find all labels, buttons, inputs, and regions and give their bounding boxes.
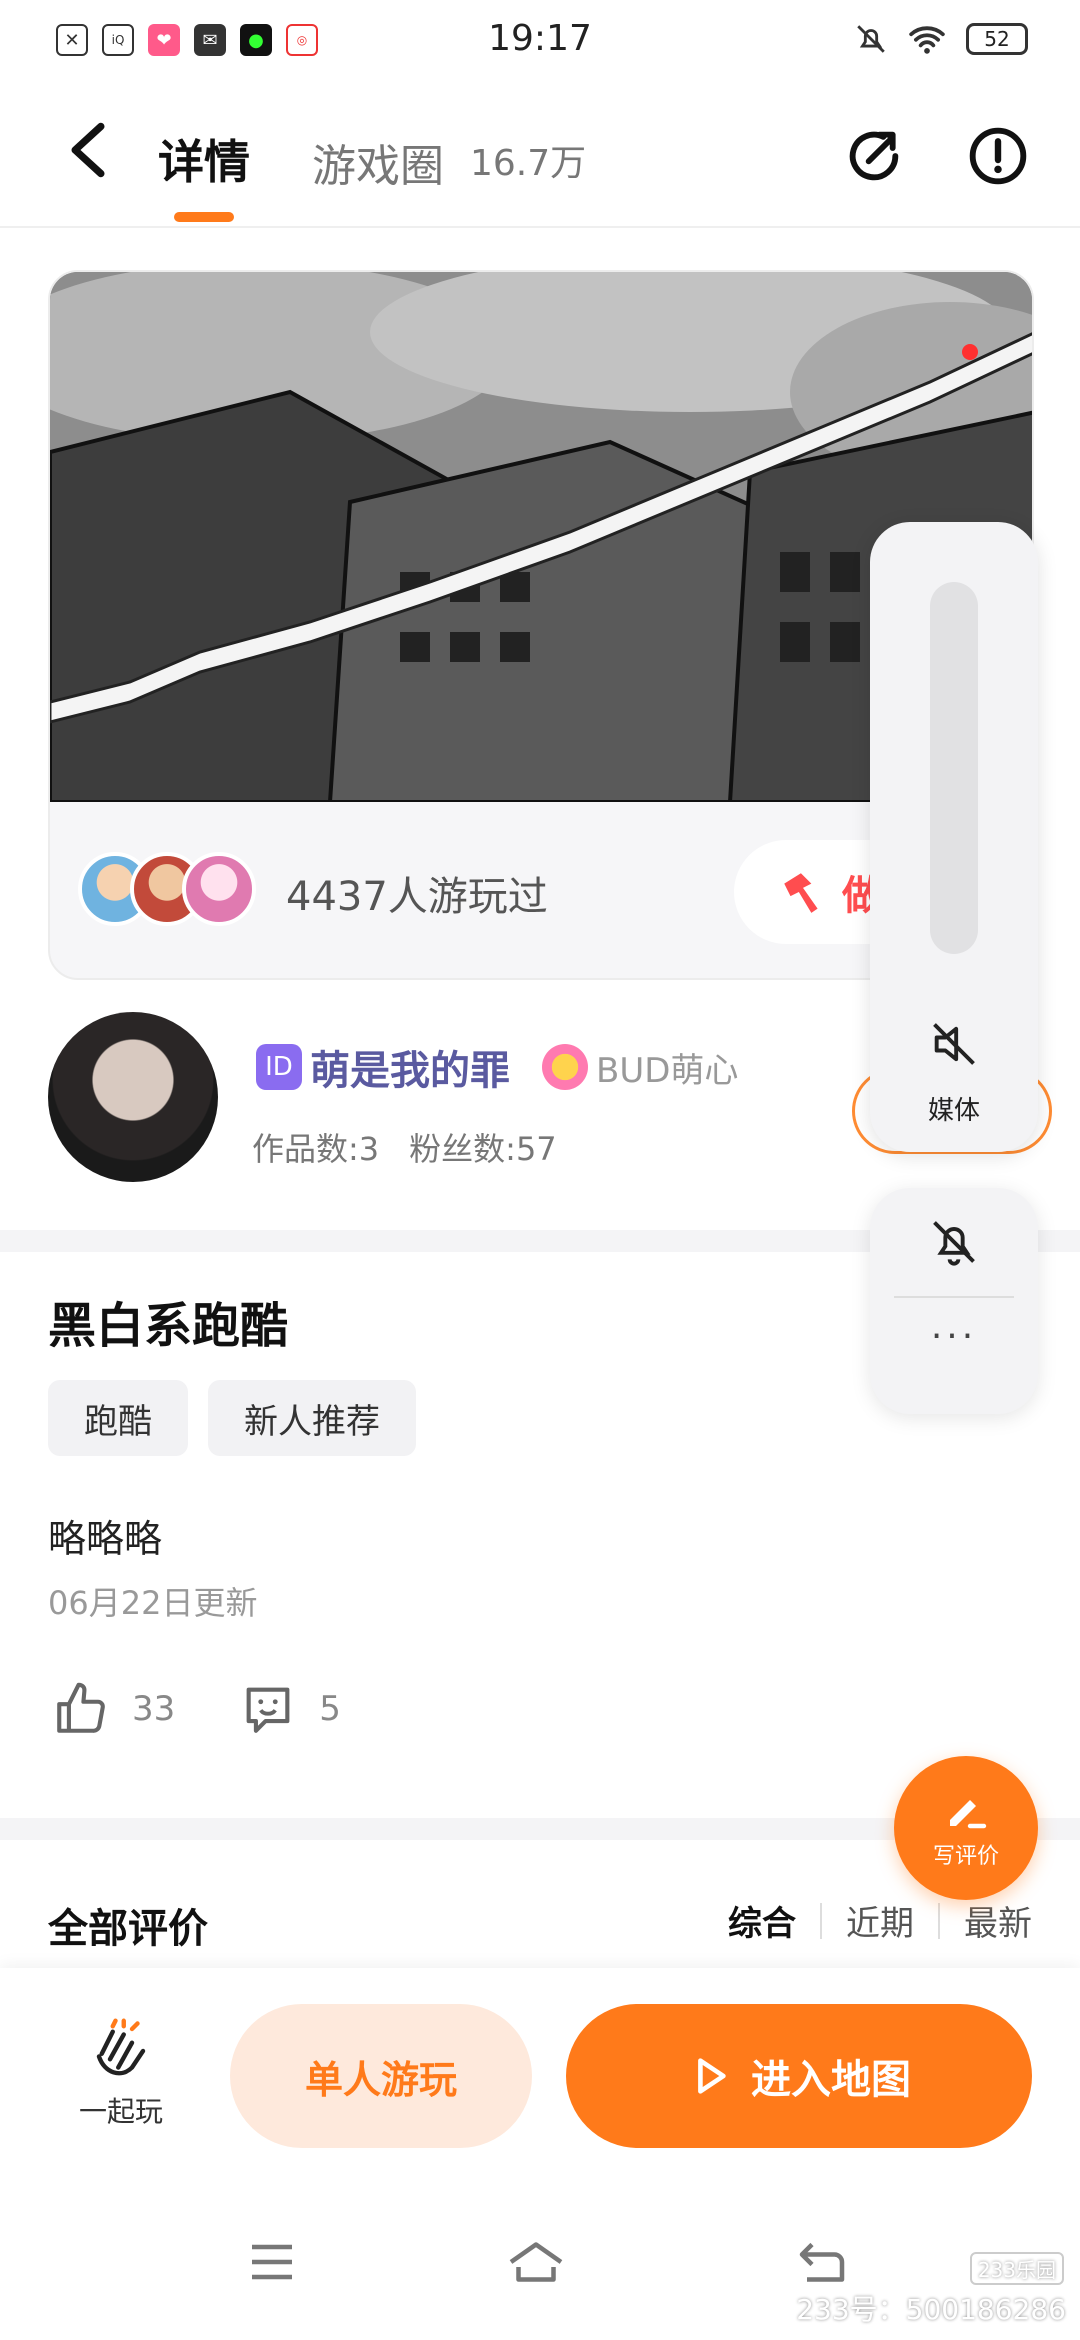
hammer-icon xyxy=(784,873,818,913)
like-count: 33 xyxy=(132,1689,176,1729)
thumbs-up-icon xyxy=(57,1682,105,1733)
comment-count: 5 xyxy=(319,1689,341,1729)
back-arrow-icon[interactable] xyxy=(62,120,114,180)
tag-newcomer[interactable]: 新人推荐 xyxy=(208,1380,416,1456)
system-nav-bar: 233乐园 233号：500186286 xyxy=(0,2182,1080,2340)
more-options-icon[interactable]: ··· xyxy=(870,1316,1038,1357)
battery-indicator: 52 xyxy=(966,23,1028,55)
back-nav-icon[interactable] xyxy=(792,2232,852,2292)
works-count: 作品数:3 xyxy=(252,1130,380,1168)
ring-panel-divider xyxy=(894,1296,1014,1298)
report-icon[interactable] xyxy=(966,124,1030,188)
sort-newest[interactable]: 最新 xyxy=(940,1896,1032,1945)
like-button[interactable]: 33 xyxy=(52,1680,175,1738)
reviews-title: 全部评价 xyxy=(48,1906,208,1952)
game-description: 略略略 xyxy=(48,1517,163,1561)
write-review-label: 写评价 xyxy=(932,1844,999,1869)
tab-detail[interactable]: 详情 xyxy=(158,126,250,192)
play-together-button[interactable]: 一起玩 xyxy=(66,2018,176,2130)
comment-button[interactable]: 5 xyxy=(239,1680,341,1738)
enter-map-button[interactable]: 进入地图 xyxy=(566,2004,1032,2148)
bottom-action-bar: 一起玩 单人游玩 进入地图 xyxy=(0,1968,1080,2182)
players-avatars xyxy=(78,852,256,926)
speaker-mute-icon[interactable] xyxy=(928,1018,980,1070)
status-bar: ✕ iQ ❤ ✉ ● ◎ 19:17 52 xyxy=(0,0,1080,84)
player-avatar xyxy=(182,852,256,926)
watermark-text: 233号：500186286 xyxy=(796,2293,1066,2326)
review-sort-tabs: 综合 近期 最新 xyxy=(704,1896,1032,1945)
game-circle-count[interactable]: 16.7万 xyxy=(470,134,586,186)
volume-slider[interactable] xyxy=(930,582,978,954)
play-together-label: 一起玩 xyxy=(78,2095,163,2128)
bell-off-icon xyxy=(857,25,885,53)
volume-media-label: 媒体 xyxy=(927,1096,980,1126)
game-tags: 跑酷 新人推荐 xyxy=(48,1380,416,1456)
sort-overall[interactable]: 综合 xyxy=(704,1896,820,1945)
players-count: 4437人游玩过 xyxy=(286,874,548,920)
bud-badge: BUD萌心 xyxy=(542,1043,738,1092)
tag-parkour[interactable]: 跑酷 xyxy=(48,1380,188,1456)
volume-panel: 媒体 xyxy=(870,522,1038,1152)
author-name[interactable]: 萌是我的罪 xyxy=(310,1038,510,1096)
play-icon xyxy=(698,2058,726,2094)
watermark-badge: 233乐园 xyxy=(969,2252,1064,2285)
top-nav-bar: 详情 游戏圈 16.7万 xyxy=(0,84,1080,228)
update-date: 06月22日更新 xyxy=(48,1584,258,1622)
menu-icon[interactable] xyxy=(242,2232,302,2292)
home-icon[interactable] xyxy=(506,2232,566,2292)
solo-play-button[interactable]: 单人游玩 xyxy=(230,2004,532,2148)
write-review-button[interactable]: 写评价 xyxy=(894,1756,1038,1900)
ring-panel: ··· xyxy=(870,1188,1038,1414)
author-avatar[interactable] xyxy=(48,1012,218,1182)
bud-label: BUD萌心 xyxy=(596,1050,739,1091)
enter-map-label: 进入地图 xyxy=(751,2057,911,2103)
comment-smile-icon xyxy=(246,1687,290,1733)
clap-hands-icon xyxy=(96,2018,146,2076)
id-badge-icon: ID xyxy=(256,1044,302,1090)
pencil-icon xyxy=(950,1800,987,1829)
bell-off-icon[interactable] xyxy=(928,1216,980,1268)
fans-count: 粉丝数:57 xyxy=(409,1130,557,1168)
engagement-actions: 33 5 xyxy=(52,1680,405,1738)
sort-recent[interactable]: 近期 xyxy=(822,1896,938,1945)
share-icon[interactable] xyxy=(842,124,906,188)
tab-game-circle[interactable]: 游戏圈 xyxy=(312,130,444,194)
bud-icon xyxy=(542,1044,588,1090)
tab-active-indicator xyxy=(174,212,234,222)
game-title: 黑白系跑酷 xyxy=(48,1298,289,1354)
wifi-icon xyxy=(909,26,945,54)
